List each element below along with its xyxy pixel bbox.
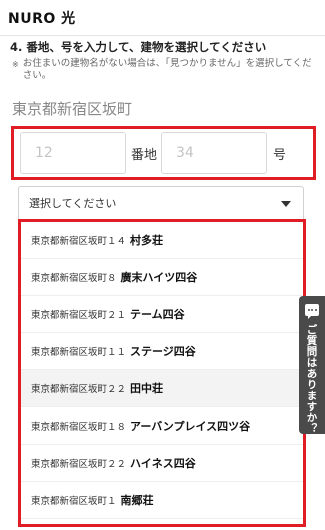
faq-label: ご質問はありますか？ bbox=[305, 324, 318, 434]
building-option-name: 南郷荘 bbox=[120, 493, 154, 507]
nuro-logo[interactable]: NURO 光 bbox=[8, 8, 76, 28]
building-option-address: 東京都新宿区坂町２２ bbox=[31, 458, 127, 470]
building-option[interactable]: 東京都新宿区坂町１ 南郷荘 bbox=[21, 482, 303, 519]
faq-side-tab[interactable]: ご質問はありますか？ bbox=[299, 296, 325, 434]
building-option[interactable]: 東京都新宿区坂町１１ ステージ四谷 bbox=[21, 333, 303, 371]
building-option-address: 東京都新宿区坂町１１ bbox=[31, 347, 127, 359]
building-option-address: 東京都新宿区坂町２２ bbox=[31, 384, 127, 396]
building-select[interactable]: 選択してください bbox=[18, 186, 304, 220]
building-option[interactable]: 東京都新宿区坂町１８ アーバンプレイス四ツ谷 bbox=[21, 407, 303, 445]
step-note: ※ お住まいの建物名がない場合は、「見つかりません」を選択してください。 bbox=[12, 58, 312, 82]
building-option-name: テーム四谷 bbox=[130, 308, 185, 322]
note-mark: ※ bbox=[12, 60, 19, 69]
building-option-address: 東京都新宿区坂町１４ bbox=[31, 236, 127, 248]
chevron-down-icon bbox=[281, 201, 291, 207]
building-option-address: 東京都新宿区坂町２１ bbox=[31, 310, 127, 322]
banchi-unit-label: 番地 bbox=[131, 147, 158, 163]
header: NURO 光 bbox=[0, 0, 325, 36]
step-title: 4. 番地、号を入力して、建物を選択してください bbox=[10, 40, 267, 54]
building-options-list: 東京都新宿区坂町１４ 村多荘 東京都新宿区坂町８ 廣末ハイツ四谷 東京都新宿区坂… bbox=[18, 219, 306, 527]
building-option[interactable]: 東京都新宿区坂町８ 廣末ハイツ四谷 bbox=[21, 259, 303, 297]
building-option-name: 田中荘 bbox=[130, 382, 164, 396]
building-option-address: 東京都新宿区坂町１ bbox=[31, 495, 117, 507]
building-option-name: 村多荘 bbox=[130, 234, 164, 248]
building-option[interactable]: 東京都新宿区坂町２２ 田中荘 bbox=[21, 370, 303, 408]
chat-bubble-icon bbox=[305, 304, 319, 319]
go-input[interactable] bbox=[161, 132, 268, 174]
building-option-address: 東京都新宿区坂町８ bbox=[31, 273, 117, 285]
banchi-input[interactable] bbox=[20, 132, 126, 174]
building-option-name: ハイネス四谷 bbox=[130, 456, 196, 470]
note-text: お住まいの建物名がない場合は、「見つかりません」を選択してください。 bbox=[22, 58, 312, 81]
go-unit-label: 号 bbox=[273, 147, 287, 163]
selected-address: 東京都新宿区坂町 bbox=[12, 100, 133, 118]
building-option-name: 廣末ハイツ四谷 bbox=[120, 271, 198, 285]
building-option-address: 東京都新宿区坂町１８ bbox=[31, 421, 127, 433]
building-option[interactable]: 東京都新宿区坂町２２ ハイネス四谷 bbox=[21, 445, 303, 482]
building-option-name: アーバンプレイス四ツ谷 bbox=[130, 419, 251, 433]
building-option-name: ステージ四谷 bbox=[130, 345, 196, 359]
building-select-value: 選択してください bbox=[29, 197, 117, 210]
building-option[interactable]: 東京都新宿区坂町２１ テーム四谷 bbox=[21, 296, 303, 334]
building-option[interactable]: 東京都新宿区坂町１４ 村多荘 bbox=[21, 222, 303, 260]
number-inputs-row: 番地 号 bbox=[11, 126, 316, 180]
